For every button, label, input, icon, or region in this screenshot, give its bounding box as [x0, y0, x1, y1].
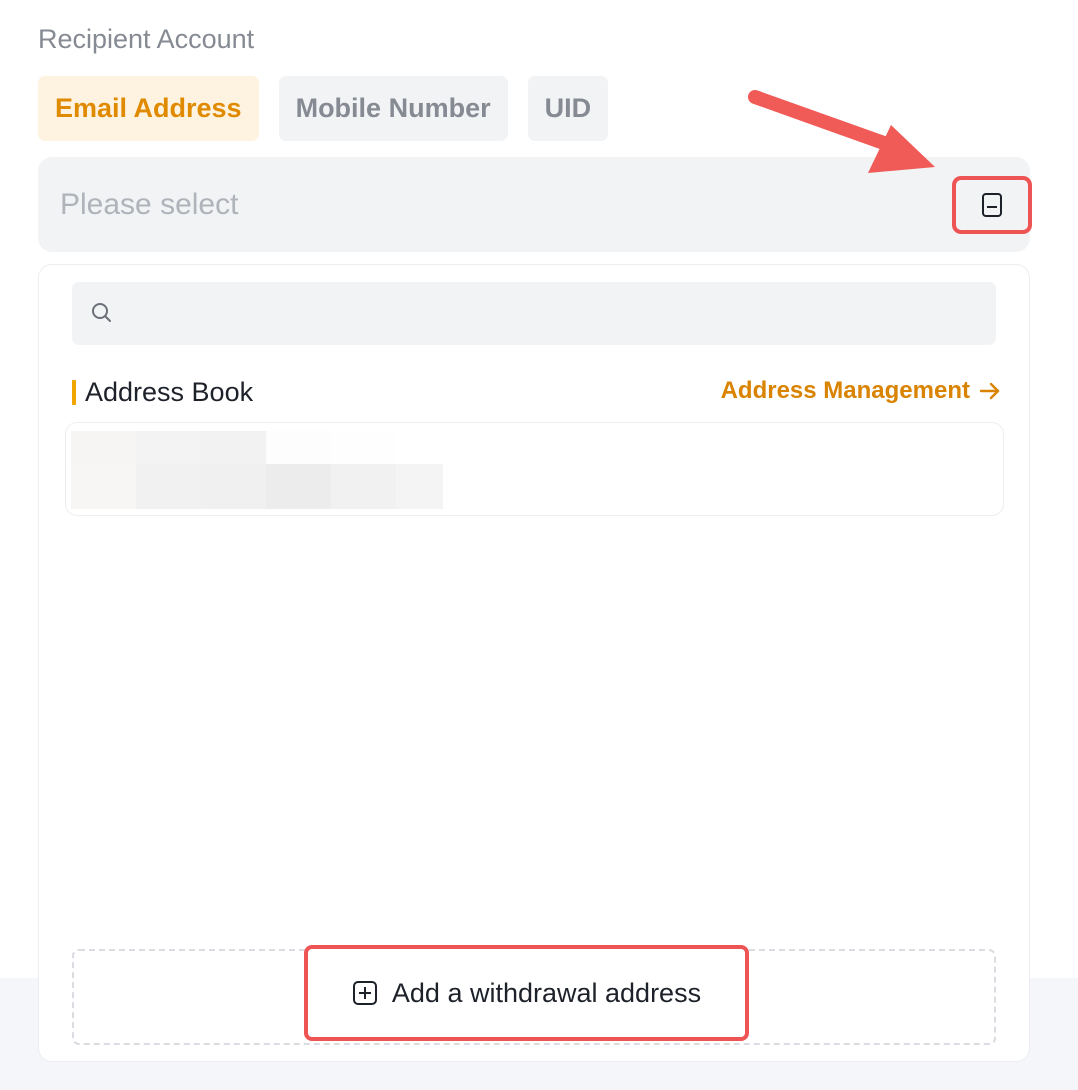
- callout-arrow: [748, 90, 935, 173]
- search-field[interactable]: [72, 282, 996, 345]
- address-dropdown: Address Book Address Management: [38, 264, 1030, 1062]
- add-withdrawal-address-label: Add a withdrawal address: [391, 977, 702, 1008]
- arrow-right-icon: [979, 382, 1000, 400]
- address-management-link[interactable]: Address Management: [721, 377, 1002, 405]
- tab-email-address[interactable]: Email Address: [38, 76, 259, 141]
- tab-uid[interactable]: UID: [527, 76, 609, 141]
- add-withdrawal-address-button[interactable]: Add a withdrawal address: [304, 945, 749, 1041]
- withdraw-recipient-panel: Recipient Account Email Address Mobile N…: [0, 0, 1078, 1090]
- search-icon: [92, 303, 111, 322]
- tab-mobile-number[interactable]: Mobile Number: [278, 76, 508, 141]
- recipient-account-label: Recipient Account: [38, 24, 255, 54]
- plus-square-icon: [352, 981, 377, 1005]
- recipient-type-tabs: Email Address Mobile Number UID: [38, 76, 609, 141]
- address-list-item[interactable]: [65, 422, 1004, 516]
- search-input[interactable]: [128, 282, 988, 345]
- address-book-icon: [982, 193, 1002, 217]
- section-accent-bar: [72, 380, 76, 405]
- recipient-select-placeholder: Please select: [60, 187, 239, 221]
- address-management-label: Address Management: [720, 377, 970, 404]
- address-book-title: Address Book: [85, 377, 254, 407]
- address-book-button[interactable]: [952, 176, 1032, 234]
- address-book-header: Address Book Address Management: [72, 377, 1002, 409]
